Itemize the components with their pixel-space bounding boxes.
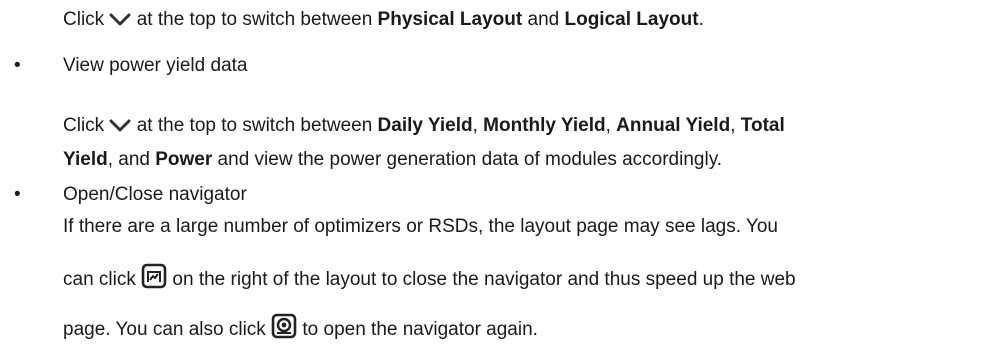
close-navigator-icon <box>141 263 167 289</box>
switch-yield-line-2: Yield, and Power and view the power gene… <box>63 148 722 172</box>
daily-yield-label: Daily Yield <box>377 115 473 136</box>
text: and <box>522 9 565 30</box>
switch-layout-line: Click at the top to switch between Physi… <box>63 8 704 32</box>
text: Click <box>63 9 110 30</box>
logical-layout-label: Logical Layout <box>564 9 699 30</box>
bullet-title-navigator: Open/Close navigator <box>63 184 247 205</box>
text: can click <box>63 269 142 290</box>
text: , <box>472 115 484 136</box>
switch-yield-line-1: Click at the top to switch between Daily… <box>63 114 785 138</box>
text: to open the navigator again. <box>297 319 538 340</box>
navigator-desc-line-2: can click on the right of the layout to … <box>63 263 796 292</box>
navigator-desc-line-1: If there are a large number of optimizer… <box>63 216 778 237</box>
monthly-yield-label: Monthly Yield <box>483 115 606 136</box>
bullet-marker: • <box>14 55 21 76</box>
text: . <box>698 9 704 30</box>
bullet-title-power-yield: View power yield data <box>63 55 248 76</box>
bullet-marker: • <box>14 184 21 205</box>
total-yield-label-part1: Total <box>740 115 785 136</box>
physical-layout-label: Physical Layout <box>377 9 523 30</box>
chevron-down-icon <box>109 13 131 27</box>
text: at the top to switch between <box>131 115 378 136</box>
open-navigator-icon <box>271 313 297 339</box>
text: on the right of the layout to close the … <box>167 269 796 290</box>
text: , <box>730 115 741 136</box>
text: , and <box>107 149 156 170</box>
navigator-desc-line-3: page. You can also click to open the nav… <box>63 313 538 342</box>
total-yield-label-part2: Yield <box>63 149 108 170</box>
text: and view the power generation data of mo… <box>212 149 723 170</box>
text: , <box>605 115 617 136</box>
chevron-down-icon <box>109 119 131 133</box>
text: at the top to switch between <box>131 9 378 30</box>
annual-yield-label: Annual Yield <box>616 115 731 136</box>
text: page. You can also click <box>63 319 272 340</box>
text: Click <box>63 115 110 136</box>
power-label: Power <box>155 149 213 170</box>
